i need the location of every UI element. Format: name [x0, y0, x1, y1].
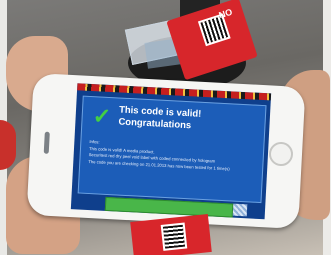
smartphone: ✓ This code is valid! Congratulations In…: [26, 72, 306, 230]
grid-icon[interactable]: [232, 203, 248, 217]
speaker-slot: [43, 131, 50, 154]
tag-code-text: NO: [217, 6, 234, 21]
home-button[interactable]: [268, 141, 294, 167]
qr-code-icon: [160, 222, 188, 251]
checkmark-icon: ✓: [92, 103, 112, 130]
result-details: Infos: This code is valid! A media produ…: [88, 139, 257, 174]
result-panel: ✓ This code is valid! Congratulations In…: [77, 95, 267, 204]
red-security-tag-bottom: [130, 214, 212, 255]
photo-scene: NO ✓ This code is valid! Congratulations…: [0, 0, 331, 255]
red-object: [0, 120, 16, 170]
phone-screen: ✓ This code is valid! Congratulations In…: [70, 83, 272, 220]
